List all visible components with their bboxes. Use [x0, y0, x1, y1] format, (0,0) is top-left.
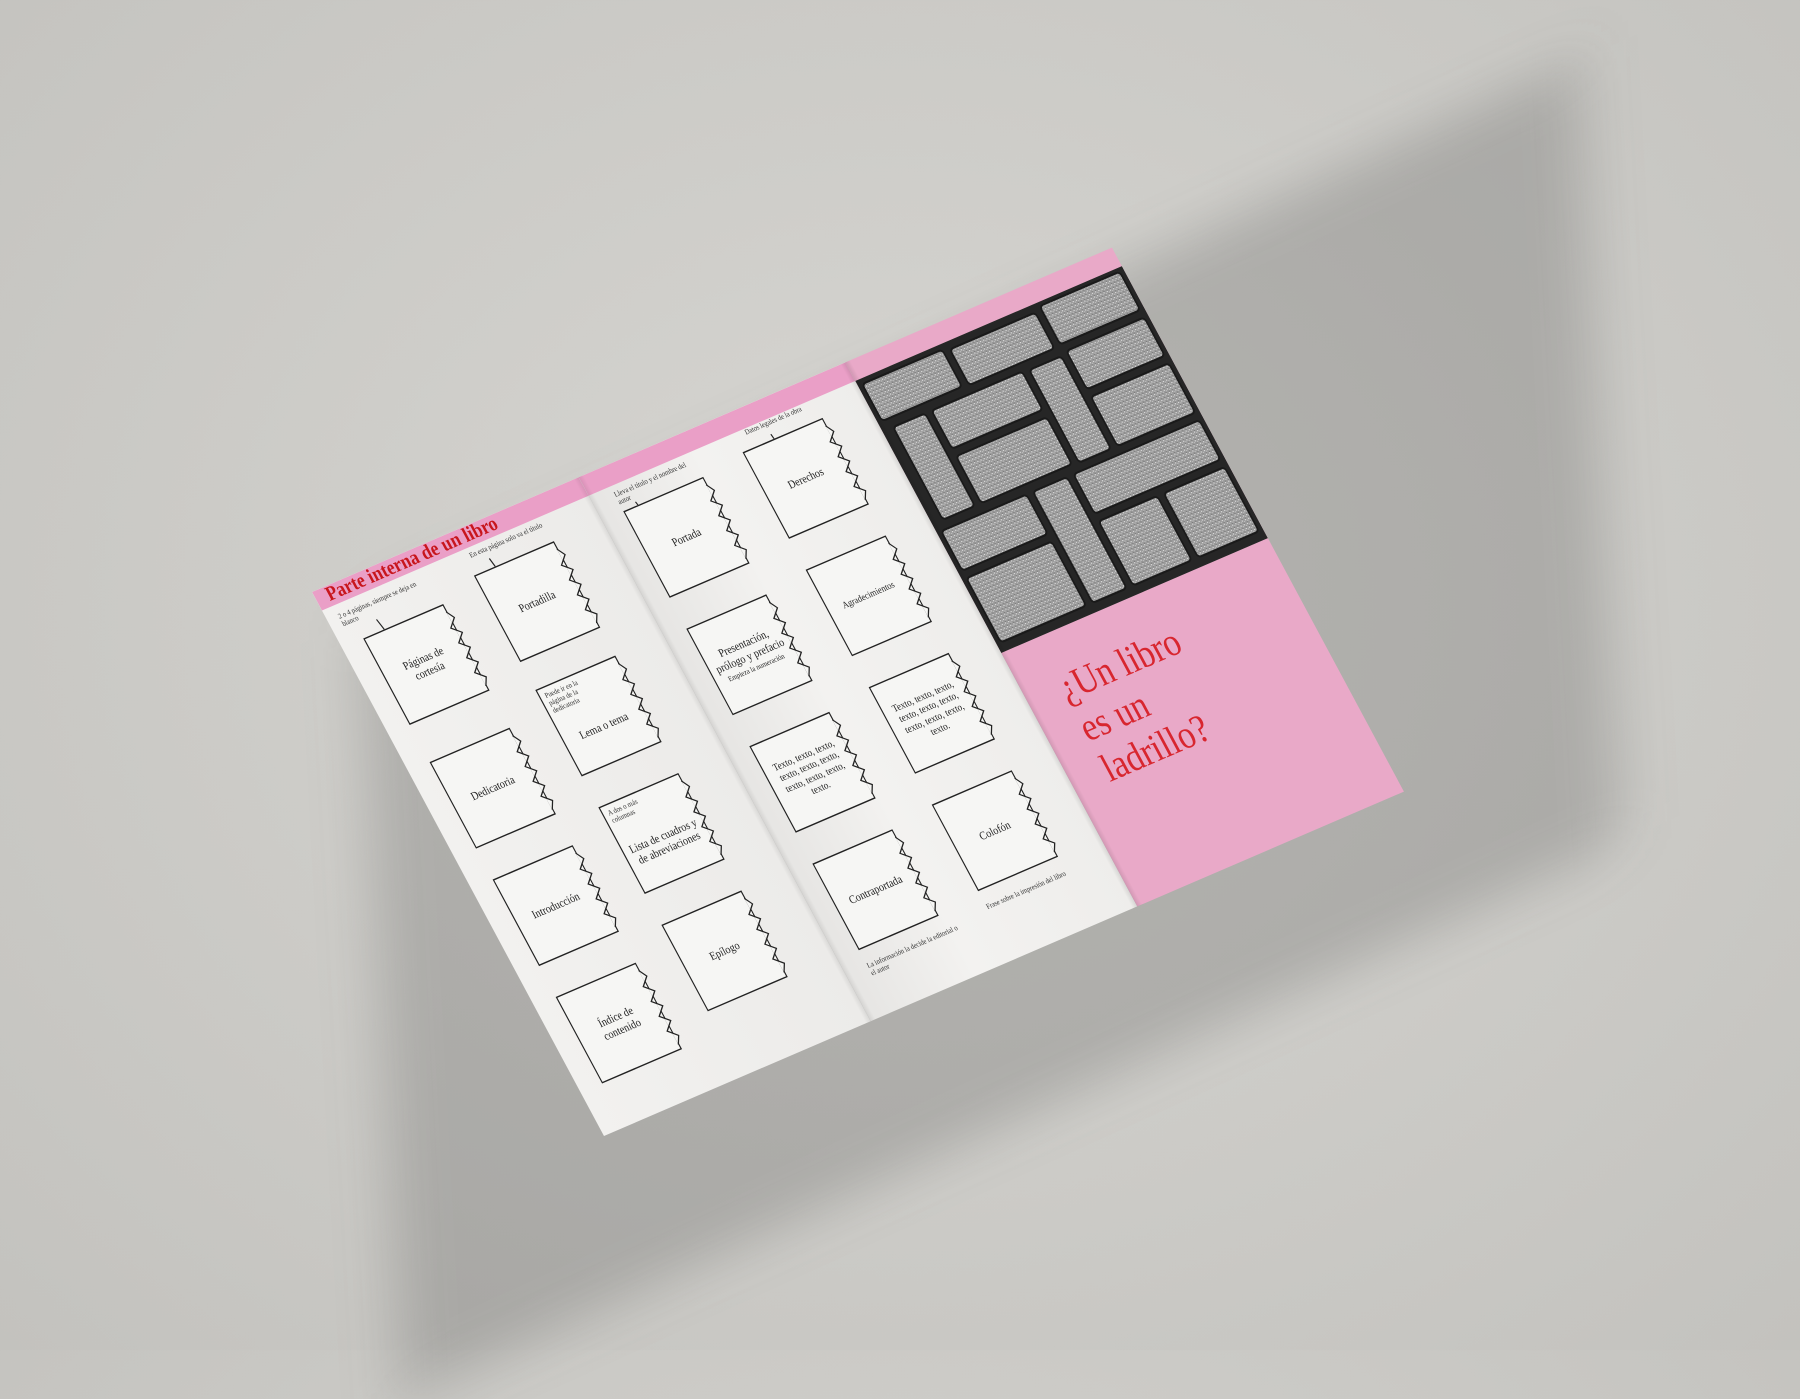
box-label: Introducción — [529, 889, 583, 922]
box-label: Contraportada — [846, 872, 905, 907]
box-label: Portadilla — [516, 588, 558, 615]
torn-edge-icon — [617, 662, 659, 738]
box-label: Dedicatoria — [468, 773, 517, 803]
box-label: Agradecimientos — [840, 579, 897, 612]
box-label: Epílogo — [706, 938, 742, 963]
box-texto-1: Texto, texto, texto, texto, texto, texto… — [749, 711, 876, 833]
box-colofon: Colofón — [931, 770, 1059, 892]
box-agradecimientos: Agradecimientos — [805, 535, 933, 657]
scene: Parte interna de un libro 2 o 4 páginas,… — [0, 0, 1800, 1399]
box-label: Lema o tema — [576, 709, 631, 742]
box-portadilla: Portadilla — [473, 541, 601, 663]
box-label: Derechos — [785, 464, 826, 492]
box-label: Colofón — [976, 818, 1013, 843]
box-contraportada: Contraportada — [812, 829, 939, 951]
box-dedicatoria: Dedicatoria — [429, 727, 557, 849]
note-lema: Puede ir en la página de la dedicatoria — [543, 678, 582, 715]
box-lista-cuadros: A dos o más columnas Lista de cuadros y … — [598, 772, 725, 894]
box-label: Portada — [669, 525, 704, 550]
box-texto-2: Texto, texto, texto, texto, texto, texto… — [868, 652, 996, 774]
box-derechos: Derechos — [742, 417, 869, 539]
box-indice-contenido: Índice de contenido — [555, 962, 683, 1084]
box-introduccion: Introducción — [492, 845, 620, 967]
box-epilogo: Epílogo — [661, 890, 788, 1012]
box-paginas-cortesia: Páginas de cortesía — [363, 604, 490, 726]
box-lema-tema: Puede ir en la página de la dedicatoria … — [535, 655, 662, 777]
note-lista: A dos o más columnas — [606, 797, 640, 825]
box-presentacion: Presentación, prólogo y prefacio Empieza… — [686, 594, 813, 716]
